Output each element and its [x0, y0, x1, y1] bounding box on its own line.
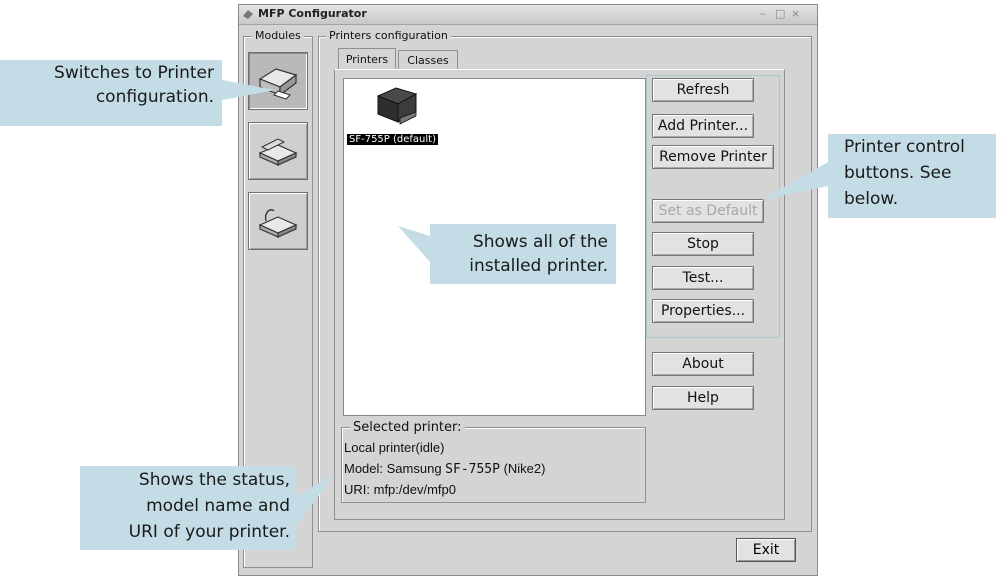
list-callout-pointer: [398, 226, 430, 262]
status-callout-pointer: [296, 474, 335, 526]
switch-callout-pointer: [222, 80, 275, 100]
switch-callout: Switches to Printer configuration.: [0, 60, 222, 126]
control-callout-pointer: [762, 162, 828, 200]
status-callout: Shows the status, model name and URI of yo…: [80, 466, 296, 550]
list-callout: Shows all of the installed printer.: [430, 224, 616, 284]
control-callout: Printer control buttons. See below.: [828, 134, 996, 218]
